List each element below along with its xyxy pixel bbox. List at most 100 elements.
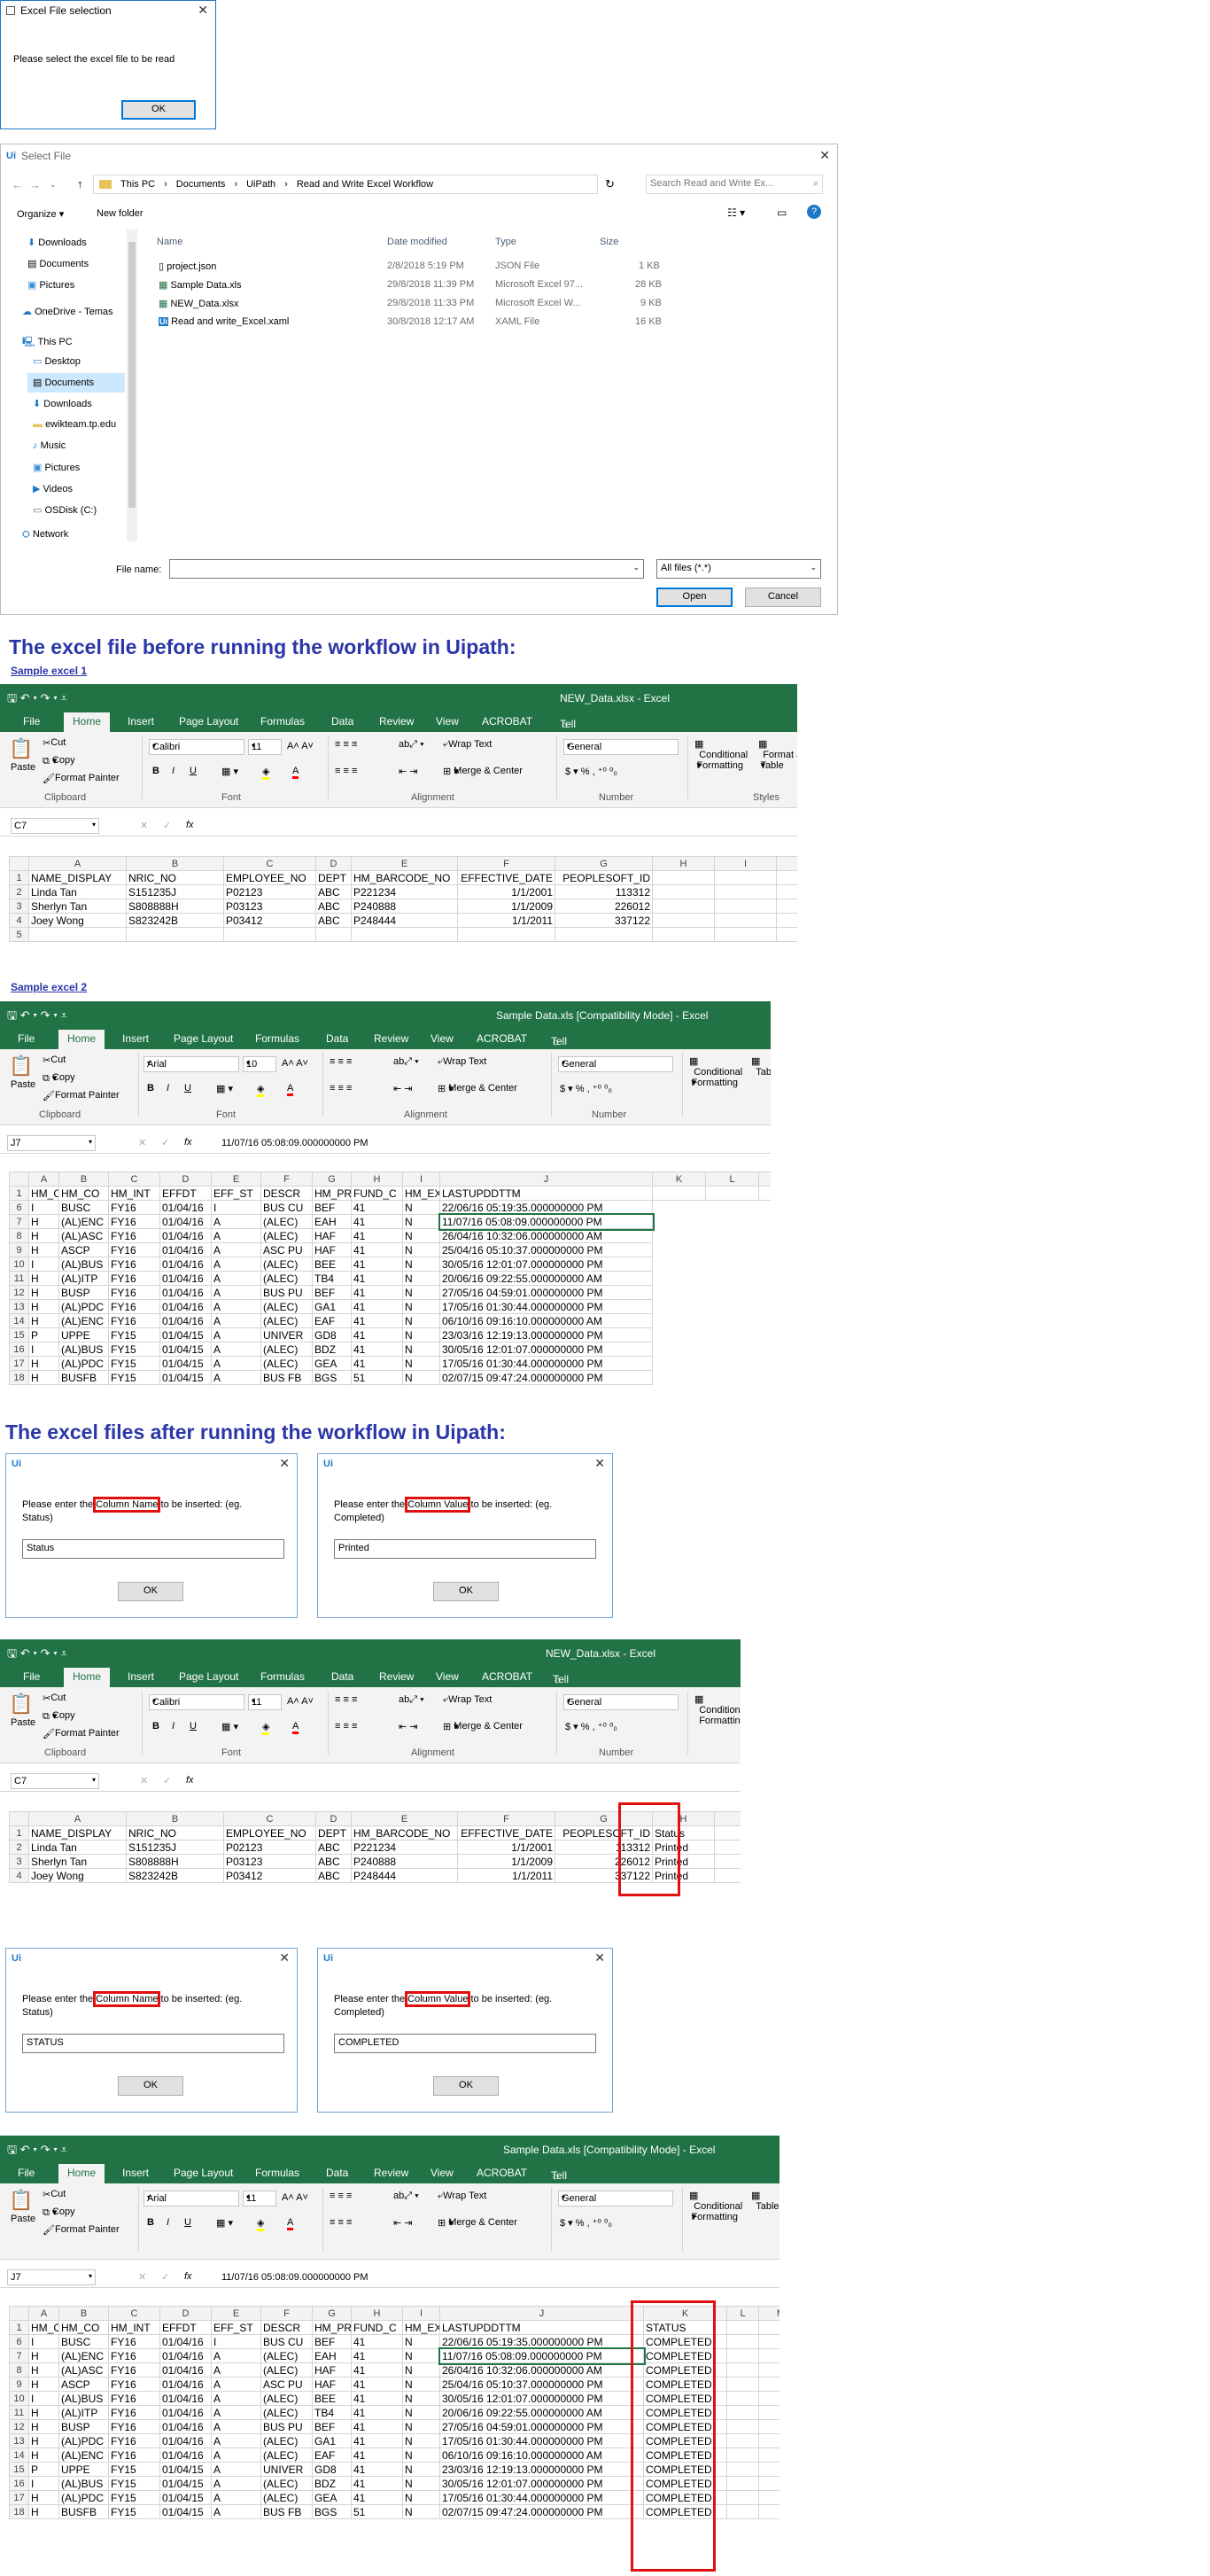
column-header[interactable]: A	[28, 2306, 59, 2321]
cell[interactable]: S823242B	[126, 913, 224, 928]
cell[interactable]: FY15	[108, 1342, 160, 1357]
cell[interactable]: H	[28, 2433, 59, 2448]
cell[interactable]: (ALEC)	[260, 2476, 313, 2491]
italic-button[interactable]: I	[172, 1721, 175, 1732]
cell[interactable]: N	[402, 2391, 440, 2406]
formula-input[interactable]: 11/07/16 05:08:09.000000000 PM	[221, 2272, 368, 2283]
cell[interactable]: ABC	[315, 1854, 352, 1869]
paste-button[interactable]: 📋	[9, 737, 33, 760]
tab-view[interactable]: View	[436, 1670, 459, 1683]
close-icon[interactable]: ✕	[279, 1950, 290, 1965]
cell[interactable]	[652, 1186, 706, 1201]
tab-review[interactable]: Review	[374, 2167, 408, 2179]
cell[interactable]	[652, 870, 715, 885]
currency-icon[interactable]: $ ▾ % , ⁺⁰ ⁰₀	[565, 1721, 617, 1732]
font-color-icon[interactable]: A	[292, 766, 299, 779]
sidebar-item-downloads-2[interactable]: ⬇ Downloads	[33, 398, 92, 409]
cell[interactable]	[726, 2490, 759, 2505]
quick-access-toolbar[interactable]: 🖫 ↶ ▾ ↷ ▾ ⩡	[7, 2142, 67, 2161]
cell[interactable]	[714, 899, 777, 914]
cell[interactable]: BUS PU	[260, 1285, 313, 1300]
cell[interactable]: N	[402, 2334, 440, 2349]
cell[interactable]: 01/04/16	[159, 2377, 212, 2392]
cell[interactable]: 226012	[555, 899, 653, 914]
format-painter-button[interactable]: 🖌 Format Painter	[43, 1728, 120, 1739]
cell[interactable]: 41	[351, 2348, 403, 2363]
cell[interactable]: FY16	[108, 1285, 160, 1300]
cell[interactable]: A	[211, 1299, 261, 1314]
cell[interactable]: A	[211, 2490, 261, 2505]
cell[interactable]: 41	[351, 1257, 403, 1272]
new-folder-button[interactable]: New folder	[97, 208, 143, 219]
cell[interactable]: 41	[351, 1271, 403, 1286]
cell[interactable]: 01/04/16	[159, 2334, 212, 2349]
cell[interactable]: FY16	[108, 1313, 160, 1328]
cell[interactable]: (AL)PDC	[58, 2433, 109, 2448]
currency-icon[interactable]: $ ▾ % , ⁺⁰ ⁰₀	[560, 2217, 612, 2229]
cell[interactable]: ASCP	[58, 1242, 109, 1257]
cell[interactable]: BUSP	[58, 1285, 109, 1300]
cell[interactable]: (ALEC)	[260, 1228, 313, 1243]
cell[interactable]: I	[28, 1257, 59, 1272]
column-header[interactable]: F	[260, 2306, 313, 2321]
italic-button[interactable]: I	[167, 2217, 169, 2228]
close-icon[interactable]: ✕	[279, 1456, 290, 1471]
tab-formulas[interactable]: Formulas	[260, 715, 305, 728]
cell[interactable]: 23/03/16 12:19:13.000000000 PM	[439, 2462, 644, 2477]
format-as-table-button[interactable]: ▦Format asTable ▾	[758, 739, 797, 771]
cell[interactable]: LASTUPDDTTM	[439, 1186, 653, 1201]
cell[interactable]: N	[402, 1342, 440, 1357]
cell[interactable]: HM_CO	[58, 1186, 109, 1201]
column-header[interactable]: C	[108, 2306, 160, 2321]
cell[interactable]: NAME_DISPLAY	[28, 870, 127, 885]
format-painter-button[interactable]: 🖌 Format Painter	[43, 2224, 120, 2236]
cell[interactable]	[726, 2377, 759, 2392]
cell[interactable]	[726, 2504, 759, 2519]
column-header[interactable]: A	[28, 1171, 59, 1187]
cell[interactable]: H	[28, 2490, 59, 2505]
cell[interactable]: H	[28, 1242, 59, 1257]
cell[interactable]: I	[28, 2391, 59, 2406]
conditional-formatting-button[interactable]: ▦ Conditional Formatting ▾	[689, 2191, 742, 2222]
file-row[interactable]: ▦ NEW_Data.xlsx	[159, 298, 239, 309]
align-left-icon[interactable]: ≡ ≡ ≡	[335, 1721, 357, 1732]
cell[interactable]: (AL)BUS	[58, 2391, 109, 2406]
row-header[interactable]: 2	[9, 884, 29, 899]
merge-center-button[interactable]: ⊞ Merge & Center ▾	[438, 2217, 517, 2229]
column-header[interactable]: I	[402, 1171, 440, 1187]
cell[interactable]	[758, 2320, 780, 2335]
conditional-formatting-button[interactable]: ▦ Conditional Formatting ▾	[689, 1056, 742, 1088]
cell[interactable]: 41	[351, 2334, 403, 2349]
row-header[interactable]: 5	[9, 927, 29, 942]
cell[interactable]: Sherlyn Tan	[28, 899, 127, 914]
cell[interactable]: 41	[351, 1327, 403, 1342]
underline-button[interactable]: U	[190, 1721, 197, 1732]
cell[interactable]: A	[211, 2448, 261, 2463]
cell[interactable]: DEPT	[315, 1825, 352, 1841]
column-header[interactable]: C	[223, 1811, 316, 1826]
border-icon[interactable]: ▦ ▾	[221, 1721, 238, 1732]
cell[interactable]: 02/07/15 09:47:24.000000000 PM	[439, 2504, 644, 2519]
cell[interactable]: N	[402, 1370, 440, 1385]
cell[interactable]	[726, 2462, 759, 2477]
cell[interactable]: BEF	[312, 2334, 352, 2349]
cell[interactable]: P03412	[223, 1868, 316, 1883]
breadcrumb-documents[interactable]: Documents	[176, 179, 226, 190]
font-size-select[interactable]: 11 ▾	[248, 739, 282, 755]
paste-button[interactable]: 📋	[9, 2189, 33, 2212]
format-as-table-button[interactable]: ▦Table	[751, 2191, 780, 2212]
column-header-date[interactable]: Date modified	[387, 237, 447, 247]
row-header[interactable]: 8	[9, 2362, 29, 2378]
tab-data[interactable]: Data	[326, 2167, 348, 2179]
cell[interactable]: HM_PR	[312, 2320, 352, 2335]
cell[interactable]	[555, 927, 653, 942]
column-header[interactable]: J	[439, 2306, 644, 2321]
row-header[interactable]: 1	[9, 1825, 29, 1841]
cell[interactable]: N	[402, 1200, 440, 1215]
tab-data[interactable]: Data	[331, 715, 353, 728]
cell[interactable]: A	[211, 2419, 261, 2434]
cell[interactable]: 51	[351, 1370, 403, 1385]
fill-color-icon[interactable]: ◈	[257, 2217, 265, 2231]
row-header[interactable]: 18	[9, 2504, 29, 2519]
font-family-select[interactable]: Arial ▾	[143, 1056, 239, 1072]
